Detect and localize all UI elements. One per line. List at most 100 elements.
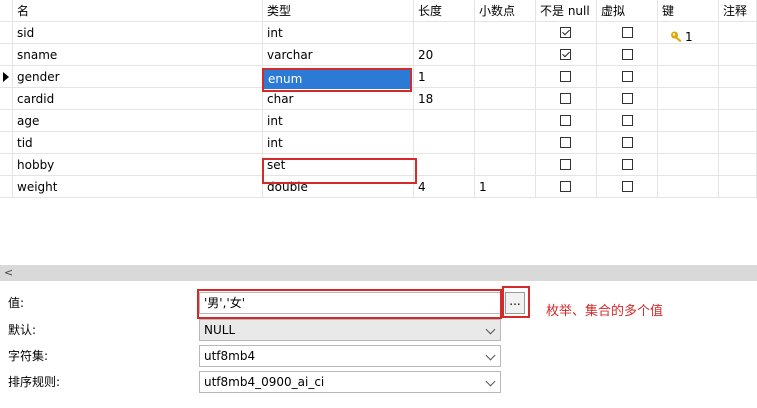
header-name[interactable]: 名: [13, 0, 263, 22]
comment-cell[interactable]: [719, 176, 757, 198]
comment-cell[interactable]: [719, 132, 757, 154]
row-indicator: [0, 110, 13, 132]
header-comment[interactable]: 注释: [719, 0, 757, 22]
field-length-cell[interactable]: [414, 110, 475, 132]
default-select[interactable]: NULL: [199, 319, 501, 341]
virtual-checkbox[interactable]: [622, 137, 633, 148]
row-indicator: [0, 44, 13, 66]
field-name-cell[interactable]: age: [13, 110, 263, 132]
comment-cell[interactable]: [719, 154, 757, 176]
charset-select[interactable]: utf8mb4: [199, 345, 501, 367]
collation-select[interactable]: utf8mb4_0900_ai_ci: [199, 371, 501, 393]
table-row[interactable]: age int: [0, 110, 757, 132]
not-null-checkbox[interactable]: [560, 115, 571, 126]
virtual-checkbox[interactable]: [622, 159, 633, 170]
row-indicator: [0, 176, 13, 198]
header-decimals[interactable]: 小数点: [475, 0, 536, 22]
not-null-checkbox[interactable]: [560, 137, 571, 148]
not-null-checkbox[interactable]: [560, 93, 571, 104]
header-key[interactable]: 键: [658, 0, 719, 22]
key-cell[interactable]: [658, 110, 719, 132]
charset-label: 字符集:: [8, 349, 49, 363]
field-name-cell[interactable]: sname: [13, 44, 263, 66]
field-length-cell[interactable]: 18: [414, 88, 475, 110]
comment-cell[interactable]: [719, 88, 757, 110]
current-row-arrow-icon: [3, 72, 9, 82]
field-length-cell[interactable]: 4: [414, 176, 475, 198]
key-cell[interactable]: [658, 176, 719, 198]
header-not-null[interactable]: 不是 null: [536, 0, 597, 22]
annotation-text: 枚举、集合的多个值: [546, 304, 664, 319]
not-null-checkbox[interactable]: [560, 159, 571, 170]
header-virtual[interactable]: 虚拟: [597, 0, 658, 22]
not-null-checkbox[interactable]: [560, 181, 571, 192]
value-label: 值:: [8, 296, 25, 310]
collation-label: 排序规则:: [8, 375, 61, 389]
field-decimals-cell[interactable]: [475, 66, 536, 88]
comment-cell[interactable]: [719, 110, 757, 132]
key-order: 1: [685, 30, 693, 44]
key-cell[interactable]: [658, 132, 719, 154]
table-row[interactable]: sid int: [0, 22, 757, 44]
key-cell[interactable]: [658, 88, 719, 110]
field-decimals-cell[interactable]: [475, 88, 536, 110]
value-highlight-box: [197, 289, 502, 319]
table-row[interactable]: tid int: [0, 132, 757, 154]
field-length-cell[interactable]: 20: [414, 44, 475, 66]
virtual-checkbox[interactable]: [622, 27, 633, 38]
grid-header: 名 类型 长度 小数点 不是 null 虚拟 键 注释: [0, 0, 757, 22]
field-decimals-cell[interactable]: 1: [475, 176, 536, 198]
header-length[interactable]: 长度: [414, 0, 475, 22]
field-decimals-cell[interactable]: [475, 154, 536, 176]
field-type-cell[interactable]: int: [263, 132, 414, 154]
field-length-cell[interactable]: [414, 132, 475, 154]
key-cell[interactable]: [658, 154, 719, 176]
scroll-left-arrow-icon[interactable]: <: [4, 265, 13, 281]
row-indicator: [0, 66, 13, 88]
row-indicator: [0, 154, 13, 176]
field-decimals-cell[interactable]: [475, 22, 536, 44]
field-length-cell[interactable]: 1: [414, 66, 475, 88]
collation-value: utf8mb4_0900_ai_ci: [204, 375, 325, 389]
key-cell[interactable]: [658, 66, 719, 88]
virtual-checkbox[interactable]: [622, 93, 633, 104]
field-type-cell[interactable]: int: [263, 22, 414, 44]
comment-cell[interactable]: [719, 44, 757, 66]
not-null-checkbox[interactable]: [560, 71, 571, 82]
field-decimals-cell[interactable]: [475, 44, 536, 66]
not-null-checkbox[interactable]: [560, 27, 571, 38]
field-name-cell[interactable]: sid: [13, 22, 263, 44]
default-value: NULL: [204, 323, 236, 337]
field-length-cell[interactable]: [414, 22, 475, 44]
field-name-cell[interactable]: cardid: [13, 88, 263, 110]
chevron-down-icon: [485, 350, 496, 361]
virtual-checkbox[interactable]: [622, 181, 633, 192]
table-row[interactable]: sname varchar 20: [0, 44, 757, 66]
ellipsis-highlight-box: [502, 286, 530, 318]
default-label: 默认:: [8, 323, 37, 337]
field-type-cell[interactable]: varchar: [263, 44, 414, 66]
row-indicator: [0, 88, 13, 110]
virtual-checkbox[interactable]: [622, 49, 633, 60]
charset-value: utf8mb4: [204, 349, 256, 363]
field-decimals-cell[interactable]: [475, 110, 536, 132]
field-decimals-cell[interactable]: [475, 132, 536, 154]
field-name-cell[interactable]: gender: [13, 66, 263, 88]
field-name-cell[interactable]: hobby: [13, 154, 263, 176]
enum-highlight-box: [262, 68, 412, 92]
header-type[interactable]: 类型: [263, 0, 414, 22]
field-name-cell[interactable]: tid: [13, 132, 263, 154]
field-name-cell[interactable]: weight: [13, 176, 263, 198]
horizontal-scrollbar[interactable]: <: [0, 265, 757, 281]
comment-cell[interactable]: [719, 66, 757, 88]
set-highlight-box: [262, 158, 417, 184]
field-type-cell[interactable]: int: [263, 110, 414, 132]
comment-cell[interactable]: [719, 22, 757, 44]
header-indicator: [0, 0, 13, 22]
not-null-checkbox[interactable]: [560, 49, 571, 60]
primary-key-icon: [671, 31, 682, 43]
virtual-checkbox[interactable]: [622, 115, 633, 126]
chevron-down-icon: [485, 324, 496, 335]
field-length-cell[interactable]: [414, 154, 475, 176]
virtual-checkbox[interactable]: [622, 71, 633, 82]
